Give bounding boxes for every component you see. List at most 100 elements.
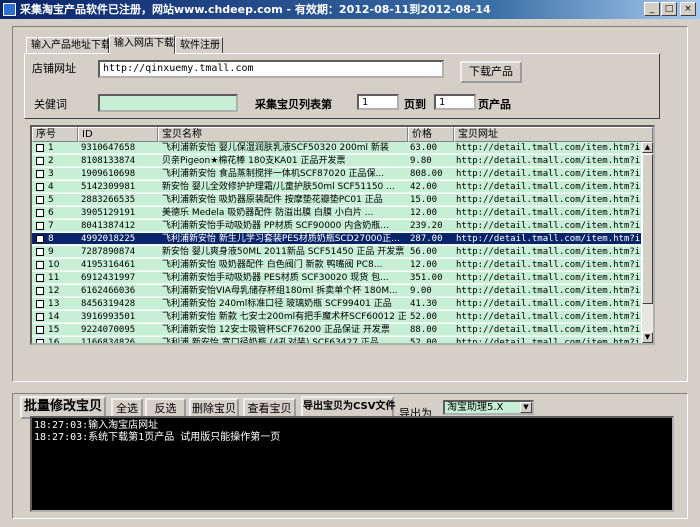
product-list[interactable]: 序号 ID 宝贝名称 价格 宝贝网址 1 9310647658 飞利浦新安怡 婴儿保… bbox=[30, 125, 655, 345]
row-url: http://detail.tmall.com/item.htm?i... bbox=[456, 325, 642, 335]
row-name: 飞利浦新安怡 240ml标准口径 玻璃奶瓶 SCF99401 正品 bbox=[162, 299, 392, 309]
invert-selection-button[interactable]: 反选 bbox=[145, 398, 186, 418]
close-button[interactable]: × bbox=[680, 2, 696, 16]
table-row[interactable]: 1 9310647658 飞利浦新安怡 婴儿保湿润肤乳液SCF50320 200ml… bbox=[32, 142, 642, 154]
scroll-up-icon[interactable]: ▲ bbox=[642, 142, 653, 153]
row-index: 5 bbox=[48, 195, 54, 205]
table-row[interactable]: 2 8108133874 贝亲Pigeon★棉花棒 180支KA01 正品开发票 9.… bbox=[32, 155, 642, 167]
row-checkbox[interactable] bbox=[36, 248, 44, 256]
keyword-input[interactable] bbox=[98, 94, 238, 112]
row-name: 飞利浦新安怡 12安士吸管杯SCF76200 正品保证 开发票 bbox=[162, 325, 390, 335]
row-checkbox[interactable] bbox=[36, 144, 44, 152]
select-all-button[interactable]: 全选 bbox=[111, 398, 143, 418]
scroll-thumb[interactable] bbox=[642, 154, 653, 304]
row-id: 8041387412 bbox=[81, 221, 136, 231]
row-name: 飞利浦 新安怡 宽口径奶瓶 (4孔对装) SCF63427 正品... bbox=[162, 338, 388, 345]
table-row[interactable]: 12 6162466036 飞利浦新安怡VIA母乳储存杯组180ml 拆卖单个杯 1… bbox=[32, 285, 642, 297]
row-name: 贝亲Pigeon★棉花棒 180支KA01 正品开发票 bbox=[162, 156, 346, 166]
row-name: 飞利浦新安怡手动吸奶器 PES材质 SCF30020 现货 包... bbox=[162, 273, 389, 283]
shop-url-label: 店铺网址 bbox=[32, 62, 76, 75]
row-checkbox[interactable] bbox=[36, 209, 44, 217]
table-row[interactable]: 16 1166834826 飞利浦 新安怡 宽口径奶瓶 (4孔对装) SCF6342… bbox=[32, 337, 642, 345]
row-url: http://detail.tmall.com/item.htm?i... bbox=[456, 247, 642, 257]
log-line: 18:27:03:输入淘宝店网址 bbox=[34, 420, 159, 431]
row-price: 808.00 bbox=[410, 169, 443, 179]
table-row[interactable]: 4 5142309981 新安怡 婴儿全效修护护理霜/儿童护肤50ml SCF511… bbox=[32, 181, 642, 193]
table-row[interactable]: 6 3905129191 美德乐 Medela 吸奶器配件 防溢出膜 白膜 小白片 … bbox=[32, 207, 642, 219]
table-row[interactable]: 15 9224070095 飞利浦新安怡 12安士吸管杯SCF76200 正品保证 … bbox=[32, 324, 642, 336]
row-index: 14 bbox=[48, 312, 60, 322]
row-url: http://detail.tmall.com/item.htm?i... bbox=[456, 221, 642, 231]
table-row[interactable]: 3 1909610698 飞利浦新安怡 食品蒸制搅拌一体机SCF87020 正品保.… bbox=[32, 168, 642, 180]
table-row[interactable]: 11 6912431997 飞利浦新安怡手动吸奶器 PES材质 SCF30020 现… bbox=[32, 272, 642, 284]
list-scrollbar[interactable]: ▲ ▼ bbox=[642, 142, 653, 343]
row-index: 8 bbox=[48, 234, 54, 244]
row-name: 飞利浦新安怡手动吸奶器 PP材质 SCF90000 内含奶瓶... bbox=[162, 221, 389, 231]
row-index: 9 bbox=[48, 247, 54, 257]
row-checkbox[interactable] bbox=[36, 287, 44, 295]
row-price: 351.00 bbox=[410, 273, 443, 283]
tab-url-download[interactable]: 输入产品地址下载 bbox=[26, 37, 111, 54]
row-price: 52.00 bbox=[410, 338, 438, 345]
page-to-input[interactable]: 1 bbox=[434, 94, 476, 110]
chevron-down-icon[interactable]: ▼ bbox=[520, 402, 532, 413]
row-url: http://detail.tmall.com/item.htm?i... bbox=[456, 273, 642, 283]
col-index[interactable]: 序号 bbox=[32, 127, 78, 142]
row-checkbox[interactable] bbox=[36, 274, 44, 282]
row-url: http://detail.tmall.com/item.htm?i... bbox=[456, 338, 642, 345]
table-row[interactable]: 13 8456319428 飞利浦新安怡 240ml标准口径 玻璃奶瓶 SCF994… bbox=[32, 298, 642, 310]
row-checkbox[interactable] bbox=[36, 300, 44, 308]
row-checkbox[interactable] bbox=[36, 183, 44, 191]
tab-shop-download[interactable]: 输入网店下载 bbox=[109, 35, 175, 54]
table-row[interactable]: 14 3916993501 飞利浦新安怡 新款 七安士200ml有把手魔术杯SCF6… bbox=[32, 311, 642, 323]
row-checkbox[interactable] bbox=[36, 235, 44, 243]
export-format-select[interactable]: 淘宝助理5.X ▼ bbox=[443, 400, 534, 415]
delete-item-button[interactable]: 删除宝贝 bbox=[189, 398, 239, 418]
row-id: 3905129191 bbox=[81, 208, 136, 218]
col-id[interactable]: ID bbox=[78, 127, 158, 142]
row-url: http://detail.tmall.com/item.htm?i... bbox=[456, 234, 642, 244]
row-checkbox[interactable] bbox=[36, 339, 44, 343]
row-checkbox[interactable] bbox=[36, 313, 44, 321]
row-index: 10 bbox=[48, 260, 60, 270]
table-row[interactable]: 9 7287890874 新安怡 婴儿爽身液50ML 2011新品 SCF51450… bbox=[32, 246, 642, 258]
row-checkbox[interactable] bbox=[36, 222, 44, 230]
col-price[interactable]: 价格 bbox=[408, 127, 454, 142]
list-header: 序号 ID 宝贝名称 价格 宝贝网址 bbox=[32, 127, 653, 142]
tab-registration[interactable]: 软件注册 bbox=[175, 37, 223, 54]
table-row[interactable]: 10 4195316461 飞利浦新安怡 吸奶器配件 白色阀门 新款 鸭嘴阀 PC8… bbox=[32, 259, 642, 271]
page-from-input[interactable]: 1 bbox=[357, 94, 399, 110]
table-row[interactable]: 8 4992018225 飞利浦新安怡 新生儿学习套装PES材质奶瓶SCD27000… bbox=[32, 233, 642, 245]
view-item-button[interactable]: 查看宝贝 bbox=[243, 398, 296, 418]
row-price: 12.00 bbox=[410, 260, 438, 270]
table-row[interactable]: 7 8041387412 飞利浦新安怡手动吸奶器 PP材质 SCF90000 内含奶… bbox=[32, 220, 642, 232]
row-index: 13 bbox=[48, 299, 60, 309]
row-id: 3916993501 bbox=[81, 312, 136, 322]
minimize-button[interactable]: _ bbox=[644, 2, 660, 16]
row-checkbox[interactable] bbox=[36, 157, 44, 165]
maximize-button[interactable]: □ bbox=[661, 2, 677, 16]
row-url: http://detail.tmall.com/item.htm?i... bbox=[456, 156, 642, 166]
col-url[interactable]: 宝贝网址 bbox=[454, 127, 653, 142]
log-line: 18:27:03:系统下载第1页产品 试用版只能操作第一页 bbox=[34, 432, 281, 443]
row-id: 4195316461 bbox=[81, 260, 136, 270]
scroll-down-icon[interactable]: ▼ bbox=[642, 332, 653, 343]
export-format-value: 淘宝助理5.X bbox=[447, 402, 504, 413]
row-checkbox[interactable] bbox=[36, 326, 44, 334]
row-index: 12 bbox=[48, 286, 60, 296]
row-url: http://detail.tmall.com/item.htm?i... bbox=[456, 312, 642, 322]
row-index: 6 bbox=[48, 208, 54, 218]
row-checkbox[interactable] bbox=[36, 261, 44, 269]
col-name[interactable]: 宝贝名称 bbox=[158, 127, 408, 142]
row-checkbox[interactable] bbox=[36, 170, 44, 178]
row-id: 5142309981 bbox=[81, 182, 136, 192]
table-row[interactable]: 5 2883266535 飞利浦新安怡 吸奶器原装配件 按摩垫花瓣垫PC01 正品 1… bbox=[32, 194, 642, 206]
export-csv-button[interactable]: 导出宝贝为CSV文件 bbox=[301, 396, 395, 418]
download-button[interactable]: 下载产品 bbox=[460, 61, 522, 83]
row-index: 16 bbox=[48, 338, 60, 345]
row-name: 飞利浦新安怡 吸奶器原装配件 按摩垫花瓣垫PC01 正品 bbox=[162, 195, 383, 205]
row-price: 287.00 bbox=[410, 234, 443, 244]
shop-url-input[interactable]: http://qinxuemy.tmall.com bbox=[98, 60, 444, 78]
row-index: 1 bbox=[48, 143, 54, 153]
row-checkbox[interactable] bbox=[36, 196, 44, 204]
